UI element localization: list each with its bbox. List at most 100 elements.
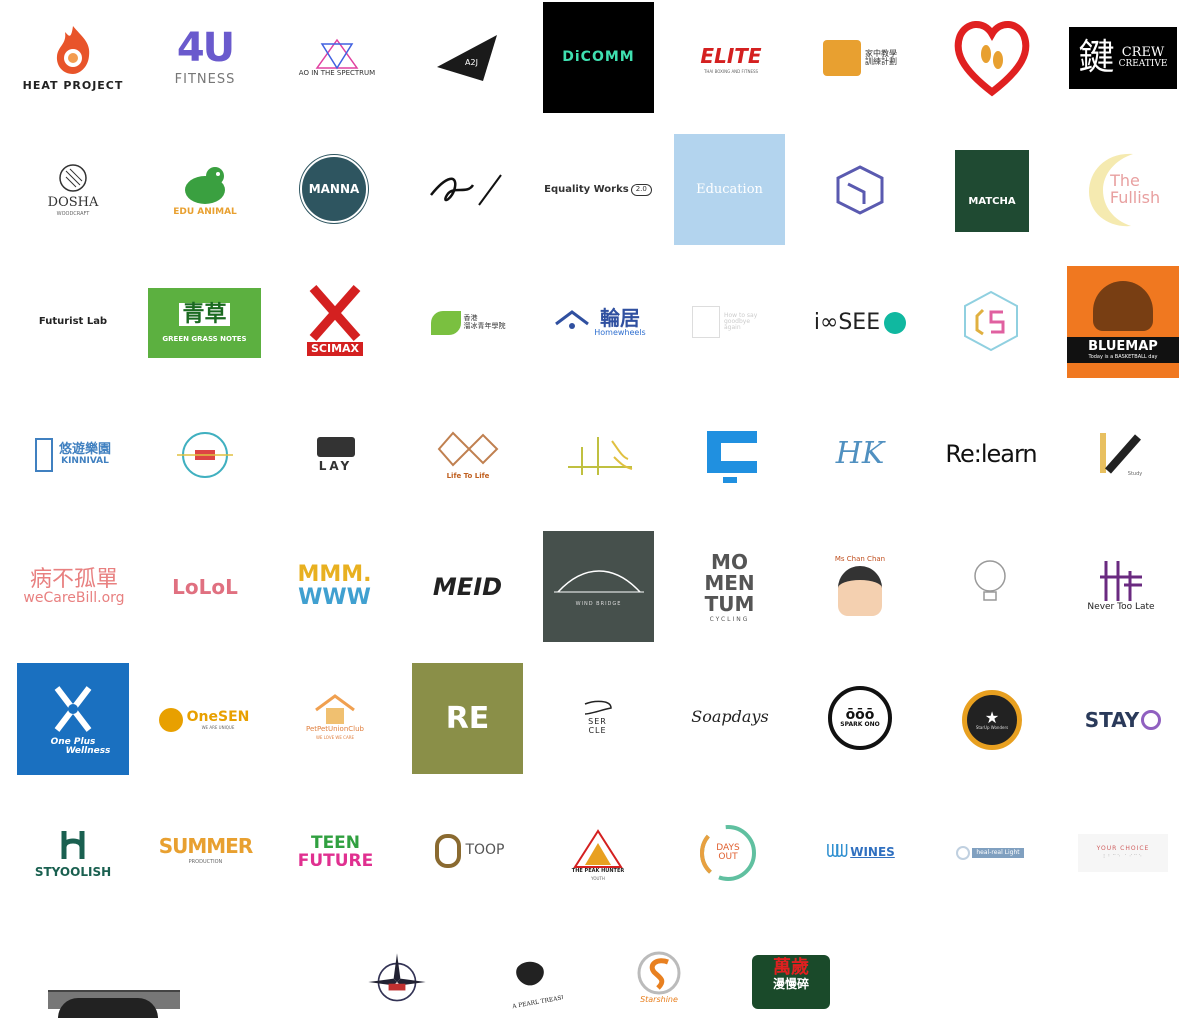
spark-ono-text: SPARK ONO xyxy=(840,721,880,729)
onesen-coin-icon xyxy=(158,708,183,732)
scimax-logo: SCIMAX xyxy=(300,280,370,360)
plant-icon xyxy=(568,437,633,475)
goodbye-again-logo: How to say goodbye again xyxy=(690,302,770,342)
sercle-logo: SER CLE xyxy=(570,690,625,745)
dicomm-text: DiCOMM xyxy=(562,49,635,66)
lolol-text: LoLoL xyxy=(172,575,238,599)
toop-u-icon xyxy=(435,833,462,868)
4u-mark: 4U xyxy=(176,25,235,72)
bluemap-subtitle: Today is a BASKETBALL day xyxy=(1088,353,1158,360)
4u-fitness-logo: 4U FITNESS xyxy=(150,12,260,102)
manna-logo: MANNA xyxy=(300,155,368,223)
v-study-text: Study xyxy=(1127,471,1143,477)
meid-logo: MEID xyxy=(425,565,510,610)
heart-feet-logo xyxy=(944,10,1039,105)
equality-works-text: Equality Works xyxy=(544,183,629,195)
mountain-icon xyxy=(573,829,623,868)
toop-logo: TOOP xyxy=(430,828,510,873)
a2j-triangle-icon: A2J xyxy=(437,34,497,81)
petpet-subtitle: WE LOVE WE CARE xyxy=(315,735,355,741)
future-text: FUTURE xyxy=(297,850,374,871)
roller-youth-logo: 香港 溜冰青年學院 xyxy=(412,300,524,345)
spectrum-triangles-icon xyxy=(315,38,359,70)
education-text: Education xyxy=(696,181,763,197)
bridge-icon xyxy=(553,570,644,593)
summer-subtitle: PRODUCTION xyxy=(188,858,223,865)
isee-eye-icon xyxy=(884,311,907,334)
never-too-late-icon xyxy=(1100,561,1142,602)
scimax-x-icon xyxy=(309,285,361,342)
onesen-logo: OneSEN WE ARE UNIQUE xyxy=(155,700,253,740)
futurist-lab-text: Futurist Lab xyxy=(38,316,108,328)
compass-logo xyxy=(360,950,434,1009)
sercle-line-2: CLE xyxy=(588,725,607,735)
signature-pen-icon xyxy=(430,174,502,206)
elite-logo: ELITE THAI BOXING AND FITNESS xyxy=(676,30,786,90)
spectrum-text: AO IN THE SPECTRUM xyxy=(298,68,376,77)
wellness-text: Wellness xyxy=(65,746,111,756)
onesen-subtitle: WE ARE UNIQUE xyxy=(201,724,235,730)
life-to-life-logo: Life To Life xyxy=(430,420,506,488)
mmm-text: MMM. xyxy=(297,561,372,587)
lolol-logo: LoLoL xyxy=(160,570,250,605)
starshine-logo: Starshine xyxy=(630,950,688,1009)
roller-youth-cn-2: 溜冰青年學院 xyxy=(463,321,506,330)
one-plus-x-icon xyxy=(54,685,92,732)
dosha-text: DOSHA xyxy=(47,194,99,210)
green-grass-cn: 青草 xyxy=(179,303,230,326)
fullish-line-2: Fullish xyxy=(1109,188,1161,207)
heat-project-text: HEAT PROJECT xyxy=(22,78,124,92)
wines-logo: ᗯᗯ WINES xyxy=(808,838,913,866)
crew-cn-mark: 鍵 xyxy=(1078,37,1115,79)
lay-logo: LAY xyxy=(308,432,363,477)
heal-real-light-logo: heal-real Light xyxy=(950,842,1030,864)
petpet-text: PetPetUnionClub xyxy=(306,724,364,733)
creative-text: CREATIVE xyxy=(1118,59,1168,70)
homewheels-cn: 輪居 xyxy=(599,305,640,330)
days-out-logo: DAYS OUT xyxy=(697,822,759,884)
sercle-s-icon xyxy=(584,700,612,715)
days-out-text: DAYS OUT xyxy=(716,842,740,862)
circle-badge-logo xyxy=(165,430,245,480)
ms-chan-logo: Ms Chan Chan xyxy=(820,548,900,624)
life-to-life-text: Life To Life xyxy=(446,472,490,481)
isee-text: i∞SEE xyxy=(813,309,881,335)
never-too-late-text: Never Too Late xyxy=(1087,602,1155,613)
equality-works-version: 2.0 xyxy=(630,184,652,196)
your-choice-dots: ⠇⠃⠉⠑ ⠁⠊⠉⠑ xyxy=(1103,853,1143,860)
peak-hunter-logo: THE PEAK HUNTER YOUTH xyxy=(568,824,628,886)
toop-text: TOOP xyxy=(465,842,505,859)
your-choice-logo: YOUR CHOICE ⠇⠃⠉⠑ ⠁⠊⠉⠑ xyxy=(1078,834,1168,872)
homewheels-text: Homewheels xyxy=(594,327,646,337)
relearn-logo: Re:learn xyxy=(935,435,1047,475)
hexagon-icon xyxy=(964,290,1018,352)
scimax-text: SCIMAX xyxy=(306,342,364,356)
peak-hunter-subtitle: YOUTH xyxy=(591,876,605,882)
cube-logo xyxy=(805,150,915,230)
summer-logo: SUMMER PRODUCTION xyxy=(158,830,253,870)
c-monitor-icon xyxy=(707,430,757,483)
fitness-text: FITNESS xyxy=(174,72,236,88)
starshine-s-icon xyxy=(637,951,681,995)
green-grass-logo: 青草 GREEN GRASS NOTES xyxy=(148,288,261,358)
infinity-icon xyxy=(437,431,499,467)
soapdays-text: Soapdays xyxy=(691,707,769,727)
momentum-logo: MO MEN TUM CYCLING xyxy=(692,548,767,628)
stay-circle-icon xyxy=(1141,710,1162,730)
home-teaching-logo: 家中教學 訓練計劃 xyxy=(805,28,915,88)
elite-subtitle: THAI BOXING AND FITNESS xyxy=(703,69,759,74)
flame-icon xyxy=(56,25,90,74)
dicomm-logo: DiCOMM xyxy=(543,2,654,113)
bluemap-logo: BLUEMAP Today is a BASKETBALL day xyxy=(1067,266,1179,378)
elite-text: ELITE xyxy=(700,44,762,68)
stay-logo: STAY xyxy=(1078,700,1168,740)
goodbye-text: How to say goodbye again xyxy=(724,311,758,332)
heal-real-light-icon xyxy=(956,846,971,860)
spark-ono-logo: ōōō SPARK ONO xyxy=(828,686,892,750)
onesen-text: OneSEN xyxy=(186,709,250,726)
mmm-www-logo: MMM. WWW xyxy=(292,555,377,617)
dosha-logo: DOSHA WOODCRAFT xyxy=(18,150,128,230)
one-plus-wellness-logo: One Plus Wellness xyxy=(17,663,129,775)
isee-logo: i∞SEE xyxy=(800,300,920,345)
pearl-treasure-icon: A PEARL TREASURE xyxy=(511,961,563,1009)
